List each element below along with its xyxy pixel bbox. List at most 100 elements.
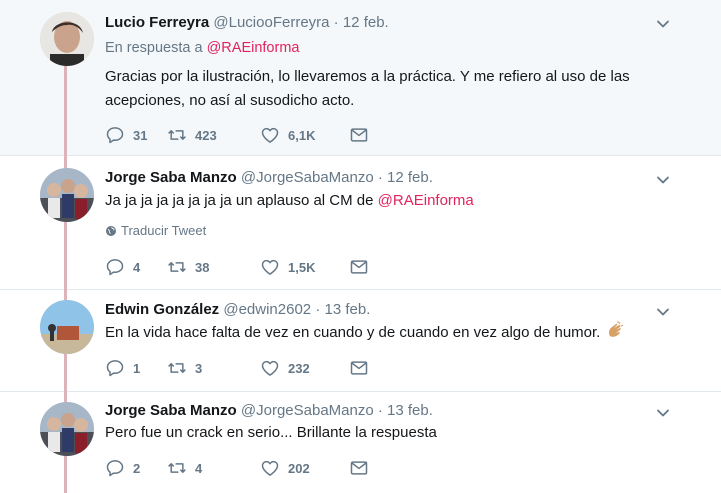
retweet-icon [167, 257, 187, 277]
like-count: 202 [288, 460, 310, 476]
reply-icon [105, 125, 125, 145]
envelope-icon [349, 358, 369, 378]
retweet-button[interactable]: 423 [167, 125, 260, 145]
tweet-item[interactable]: Jorge Saba Manzo @JorgeSabaManzo · 12 fe… [0, 156, 721, 290]
tweet-text: Ja ja ja ja ja ja ja ja un aplauso al CM… [105, 189, 665, 213]
thread-connector [64, 156, 67, 168]
thread-connector [64, 392, 67, 402]
user-handle[interactable]: @edwin2602 [223, 301, 311, 318]
reply-count: 2 [133, 460, 141, 476]
mention-link[interactable]: @RAEinforma [207, 40, 300, 56]
reply-prefix: En respuesta a [105, 40, 203, 56]
retweet-icon [167, 125, 187, 145]
action-bar: 1 3 232 [105, 356, 379, 380]
retweet-icon [167, 358, 187, 378]
avatar[interactable] [40, 168, 94, 222]
reply-icon [105, 458, 125, 478]
tweet-header: Edwin González @edwin2602 · 13 feb. [105, 301, 370, 318]
display-name[interactable]: Lucio Ferreyra [105, 14, 209, 31]
retweet-icon [167, 458, 187, 478]
user-handle[interactable]: @JorgeSabaManzo [241, 169, 374, 186]
heart-icon [260, 458, 280, 478]
chevron-down-icon[interactable] [655, 16, 671, 32]
tweet-date[interactable]: 12 feb. [387, 169, 433, 186]
action-bar: 2 4 202 [105, 456, 379, 480]
tweet-text-body: Pero fue un crack en serio... Brillante … [105, 424, 437, 441]
thread-connector [64, 290, 67, 300]
retweet-count: 38 [195, 259, 210, 275]
thread-connector [64, 222, 67, 290]
like-count: 6,1K [288, 127, 316, 143]
display-name[interactable]: Jorge Saba Manzo [105, 402, 237, 419]
envelope-icon [349, 125, 369, 145]
chevron-down-icon[interactable] [655, 172, 671, 188]
separator-dot: · [333, 14, 339, 31]
display-name[interactable]: Edwin González [105, 301, 219, 318]
chevron-down-icon[interactable] [655, 405, 671, 421]
tweet-item[interactable]: Jorge Saba Manzo @JorgeSabaManzo · 13 fe… [0, 392, 721, 493]
envelope-icon [349, 257, 369, 277]
reply-icon [105, 358, 125, 378]
tweet-text: Pero fue un crack en serio... Brillante … [105, 421, 665, 445]
retweet-count: 4 [195, 460, 203, 476]
tweet-text-body: En la vida hace falta de vez en cuando y… [105, 324, 601, 341]
reply-button[interactable]: 4 [105, 257, 167, 277]
tweet-date[interactable]: 13 feb. [387, 402, 433, 419]
avatar[interactable] [40, 402, 94, 456]
mention-link[interactable]: @RAEinforma [378, 192, 474, 209]
tweet-header: Jorge Saba Manzo @JorgeSabaManzo · 13 fe… [105, 402, 433, 419]
thread-connector [64, 354, 67, 392]
retweet-button[interactable]: 3 [167, 358, 260, 378]
action-bar: 4 38 1,5K [105, 255, 379, 279]
separator-dot: · [377, 402, 383, 419]
translate-link[interactable]: Traducir Tweet [105, 223, 206, 238]
direct-message-button[interactable] [349, 125, 379, 145]
reply-count: 1 [133, 360, 141, 376]
user-handle[interactable]: @LuciooFerreyra [213, 14, 329, 31]
tweet-item[interactable]: Lucio Ferreyra @LuciooFerreyra · 12 feb.… [0, 0, 721, 156]
user-handle[interactable]: @JorgeSabaManzo [241, 402, 374, 419]
direct-message-button[interactable] [349, 257, 379, 277]
like-button[interactable]: 232 [260, 358, 349, 378]
tweet-text-body: Ja ja ja ja ja ja ja ja un aplauso al CM… [105, 192, 374, 209]
reply-count: 4 [133, 259, 141, 275]
avatar[interactable] [40, 300, 94, 354]
reply-button[interactable]: 2 [105, 458, 167, 478]
heart-icon [260, 358, 280, 378]
like-count: 232 [288, 360, 310, 376]
tweet-text-line: acepciones, no así al susodicho acto. [105, 92, 355, 109]
tweet-date[interactable]: 12 feb. [343, 14, 389, 31]
reply-context: En respuesta a @RAEinforma [105, 40, 299, 56]
retweet-button[interactable]: 4 [167, 458, 260, 478]
like-count: 1,5K [288, 259, 316, 275]
reply-icon [105, 257, 125, 277]
retweet-count: 3 [195, 360, 203, 376]
thread-connector [64, 456, 67, 493]
heart-icon [260, 257, 280, 277]
reply-count: 31 [133, 127, 148, 143]
direct-message-button[interactable] [349, 458, 379, 478]
like-button[interactable]: 1,5K [260, 257, 349, 277]
retweet-button[interactable]: 38 [167, 257, 260, 277]
thread-connector [64, 66, 67, 156]
reply-thread: Lucio Ferreyra @LuciooFerreyra · 12 feb.… [0, 0, 721, 493]
display-name[interactable]: Jorge Saba Manzo [105, 169, 237, 186]
tweet-header: Jorge Saba Manzo @JorgeSabaManzo · 12 fe… [105, 169, 433, 186]
clapping-hands-emoji [609, 321, 624, 337]
tweet-date[interactable]: 13 feb. [325, 301, 371, 318]
like-button[interactable]: 202 [260, 458, 349, 478]
tweet-text: En la vida hace falta de vez en cuando y… [105, 321, 685, 345]
direct-message-button[interactable] [349, 358, 379, 378]
tweet-text-line: Gracias por la ilustración, lo llevaremo… [105, 68, 630, 85]
separator-dot: · [377, 169, 383, 186]
heart-icon [260, 125, 280, 145]
tweet-header: Lucio Ferreyra @LuciooFerreyra · 12 feb. [105, 14, 389, 31]
envelope-icon [349, 458, 369, 478]
avatar[interactable] [40, 12, 94, 66]
tweet-item[interactable]: Edwin González @edwin2602 · 13 feb. En l… [0, 290, 721, 392]
reply-button[interactable]: 31 [105, 125, 167, 145]
like-button[interactable]: 6,1K [260, 125, 349, 145]
reply-button[interactable]: 1 [105, 358, 167, 378]
action-bar: 31 423 6,1K [105, 123, 379, 147]
chevron-down-icon[interactable] [655, 304, 671, 320]
